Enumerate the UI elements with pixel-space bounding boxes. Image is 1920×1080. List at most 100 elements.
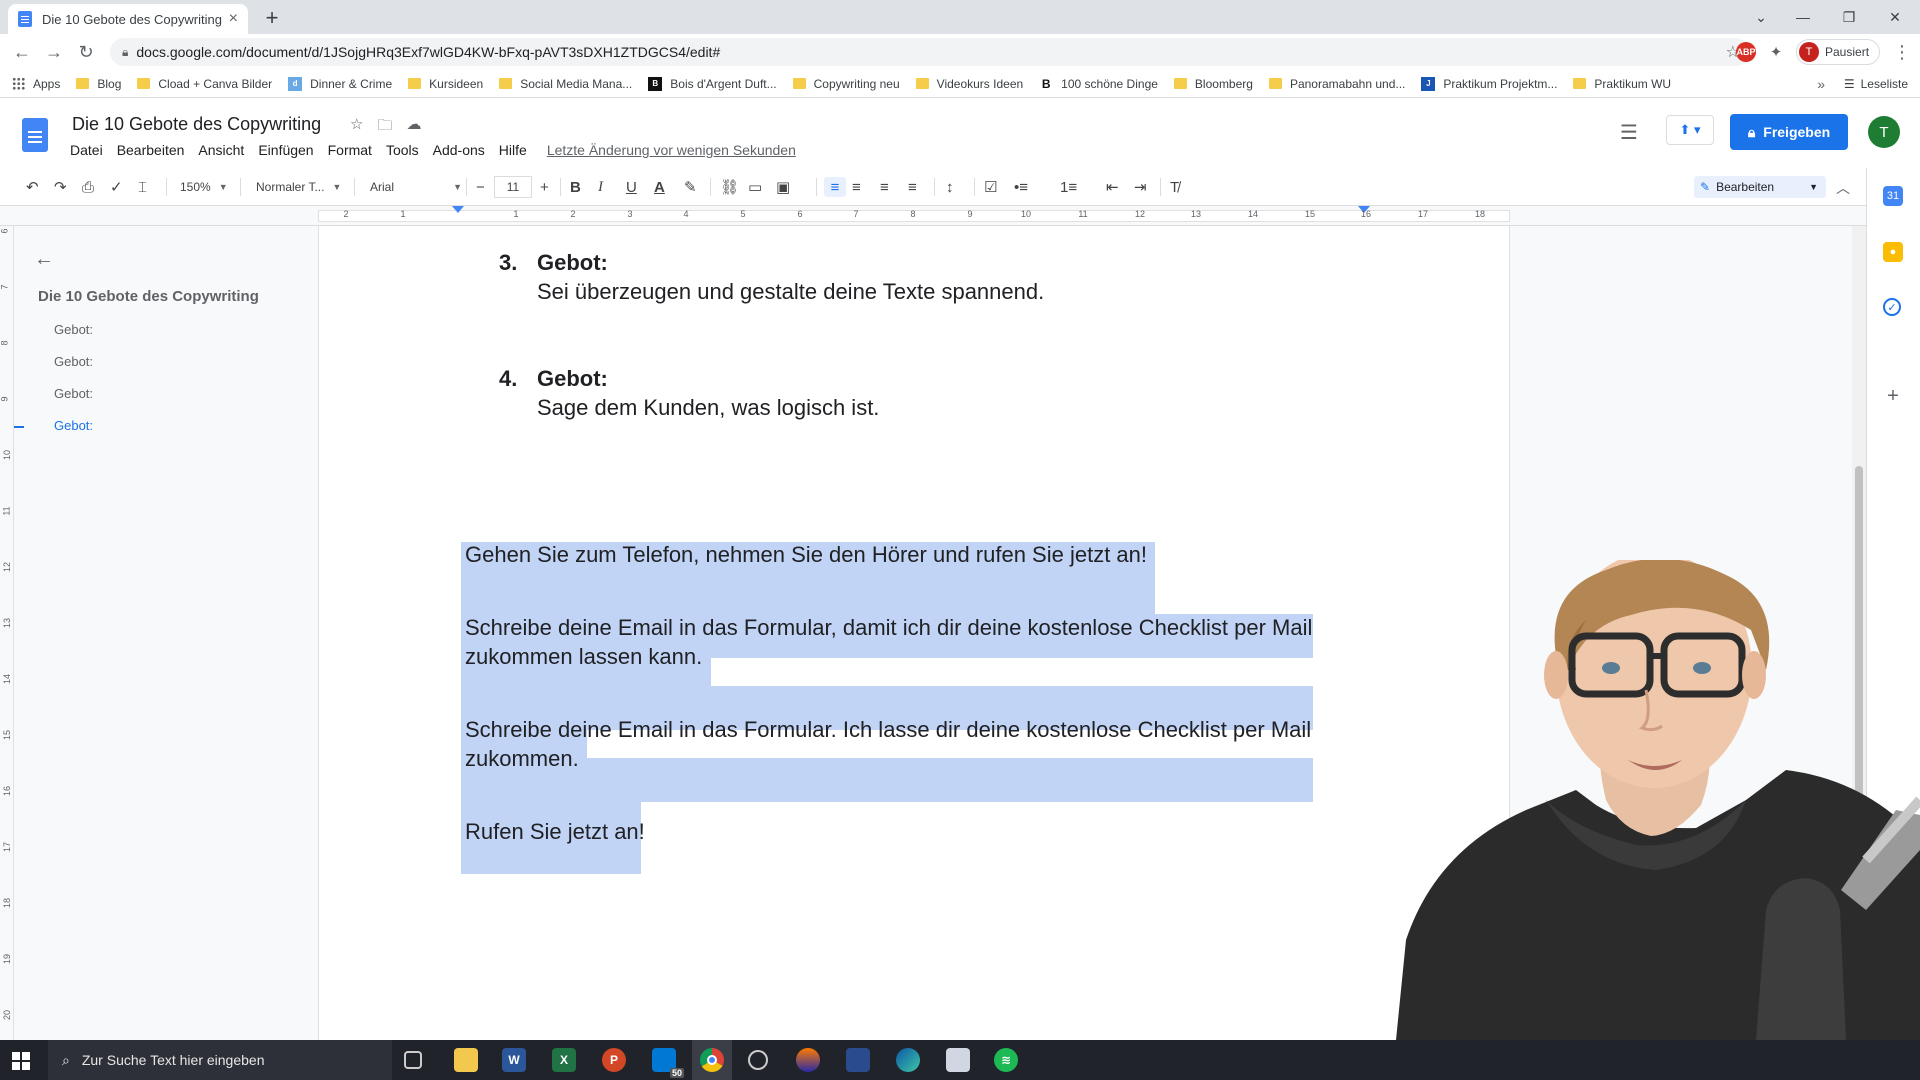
app-icon[interactable] [796,1048,820,1072]
extensions-puzzle-icon[interactable]: ✦ [1766,42,1786,62]
bookmark-bloomberg[interactable]: Bloomberg [1173,77,1253,91]
maximize-button[interactable]: ❐ [1826,0,1872,34]
bookmark-bois-dargent[interactable]: B Bois d'Argent Duft... [648,76,777,91]
indent-marker[interactable] [452,206,464,213]
browser-tab[interactable]: Die 10 Gebote des Copywriting × [8,4,248,34]
app-icon[interactable] [846,1048,870,1072]
bookmark-panoramabahn[interactable]: Panoramabahn und... [1268,77,1405,91]
outline-item[interactable]: Gebot: [54,354,93,369]
bookmark-videokurs-ideen[interactable]: Videokurs Ideen [915,77,1023,91]
align-right-icon[interactable]: ≡ [880,177,889,197]
increase-indent-icon[interactable]: ⇥ [1134,177,1147,197]
windows-start-icon[interactable] [12,1052,30,1070]
bookmark-dinner-crime[interactable]: d Dinner & Crime [288,76,392,91]
new-tab-button[interactable]: + [258,4,286,32]
clear-formatting-icon[interactable]: T̸ [1170,177,1179,197]
outline-item-current[interactable]: Gebot: [54,418,93,433]
menu-datei[interactable]: Datei [70,142,103,158]
browser-menu-icon[interactable]: ⋮ [1890,40,1914,64]
menu-tools[interactable]: Tools [386,142,419,158]
last-edit-link[interactable]: Letzte Änderung vor wenigen Sekunden [547,142,796,158]
increase-font-size-icon[interactable]: + [540,177,549,197]
tasks-icon[interactable]: ✓ [1883,298,1901,316]
editing-mode-select[interactable]: ✎ Bearbeiten ▼ [1694,176,1826,198]
align-center-icon[interactable]: ≡ [852,177,861,197]
menu-addons[interactable]: Add-ons [433,142,485,158]
print-icon[interactable]: ⎙ [82,177,94,197]
adblock-extension-icon[interactable]: ABP [1736,42,1756,62]
comment-history-icon[interactable]: ☰ [1620,120,1638,145]
highlight-icon[interactable]: ✎ [684,177,697,197]
redo-icon[interactable]: ↷ [54,177,67,197]
line-spacing-icon[interactable]: ↕ [946,177,954,197]
mail-icon[interactable]: 50 [652,1048,684,1078]
bookmark-apps[interactable]: Apps [12,77,60,91]
insert-link-icon[interactable]: ⛓︎ [720,177,739,197]
obs-icon[interactable] [748,1050,768,1070]
forward-button[interactable]: → [42,40,66,64]
back-arrow-icon[interactable]: ← [34,248,54,271]
insert-comment-icon[interactable]: ▭ [748,177,762,197]
underline-icon[interactable]: U [626,177,637,197]
menu-hilfe[interactable]: Hilfe [499,142,527,158]
tab-close-icon[interactable]: × [229,10,238,28]
bookmark-social-media[interactable]: Social Media Mana... [499,77,632,91]
app-icon[interactable] [946,1048,970,1072]
powerpoint-icon[interactable]: P [602,1048,626,1072]
numbered-list-icon[interactable]: 1≡ [1060,177,1077,197]
bookmark-100-schoene-dinge[interactable]: B 100 schöne Dinge [1039,77,1158,91]
bookmark-praktikum-projekt[interactable]: J Praktikum Projektm... [1421,76,1557,91]
share-button[interactable]: 🔒︎ Freigeben [1730,114,1848,150]
file-explorer-icon[interactable] [454,1048,478,1072]
outline-title[interactable]: Die 10 Gebote des Copywriting [38,288,259,305]
menu-bearbeiten[interactable]: Bearbeiten [117,142,185,158]
close-window-button[interactable]: ✕ [1872,0,1918,34]
spellcheck-icon[interactable]: ✓ [110,177,123,197]
menu-einfuegen[interactable]: Einfügen [258,142,313,158]
bookmark-praktikum-wu[interactable]: Praktikum WU [1573,77,1671,91]
font-size-input[interactable]: 11 [494,176,532,198]
insert-image-icon[interactable]: ▣ [776,177,790,197]
spotify-icon[interactable]: ≋ [994,1048,1018,1072]
user-avatar[interactable]: T [1868,116,1900,148]
word-icon[interactable]: W [502,1048,526,1072]
document-page[interactable]: 3. Gebot: Sei überzeugen und gestalte de… [318,226,1512,1040]
present-button[interactable]: ⬆ ▾ [1666,115,1714,145]
outline-item[interactable]: Gebot: [54,322,93,337]
task-view-icon[interactable] [404,1051,422,1069]
bulleted-list-icon[interactable]: •≡ [1014,177,1028,197]
paragraph-style-select[interactable]: Normaler T... ▼ [256,177,341,197]
taskbar-search[interactable]: ⌕ Zur Suche Text hier eingeben [48,1040,392,1080]
star-icon[interactable]: ☆ [350,115,363,140]
bookmark-kursideen[interactable]: Kursideen [408,77,483,91]
move-folder-icon[interactable]: 🗀︎ [377,115,392,140]
collapse-menus-icon[interactable]: ︿ [1836,178,1850,198]
menu-ansicht[interactable]: Ansicht [198,142,244,158]
minimize-button[interactable]: — [1780,0,1826,34]
address-bar[interactable]: 🔒︎ docs.google.com/document/d/1JSojgHRq3… [110,38,1750,66]
document-title[interactable]: Die 10 Gebote des Copywriting [72,114,321,135]
italic-icon[interactable]: I [598,177,603,197]
checklist-icon[interactable]: ☑ [984,177,997,197]
outline-item[interactable]: Gebot: [54,386,93,401]
tab-search-icon[interactable]: ⌄ [1738,0,1784,34]
undo-icon[interactable]: ↶ [26,177,39,197]
bold-icon[interactable]: B [570,177,581,197]
bookmarks-more-icon[interactable]: » [1817,76,1825,92]
cloud-status-icon[interactable]: ☁︎ [406,115,421,140]
decrease-indent-icon[interactable]: ⇤ [1106,177,1119,197]
reading-list-button[interactable]: ☰ Leseliste [1844,77,1908,91]
menu-format[interactable]: Format [328,142,372,158]
bookmark-blog[interactable]: Blog [76,77,121,91]
reload-button[interactable]: ↻ [74,40,98,64]
back-button[interactable]: ← [10,40,34,64]
zoom-select[interactable]: 150% ▼ [180,177,228,197]
excel-icon[interactable]: X [552,1048,576,1072]
text-color-icon[interactable]: A [654,177,665,197]
font-select[interactable]: Arial ▼ [370,177,462,197]
paint-format-icon[interactable]: ⌶ [138,177,147,197]
keep-icon[interactable]: ● [1883,242,1903,262]
bookmark-copywriting-neu[interactable]: Copywriting neu [792,77,900,91]
calendar-icon[interactable]: 31 [1883,186,1903,206]
add-addon-icon[interactable]: + [1883,385,1903,407]
